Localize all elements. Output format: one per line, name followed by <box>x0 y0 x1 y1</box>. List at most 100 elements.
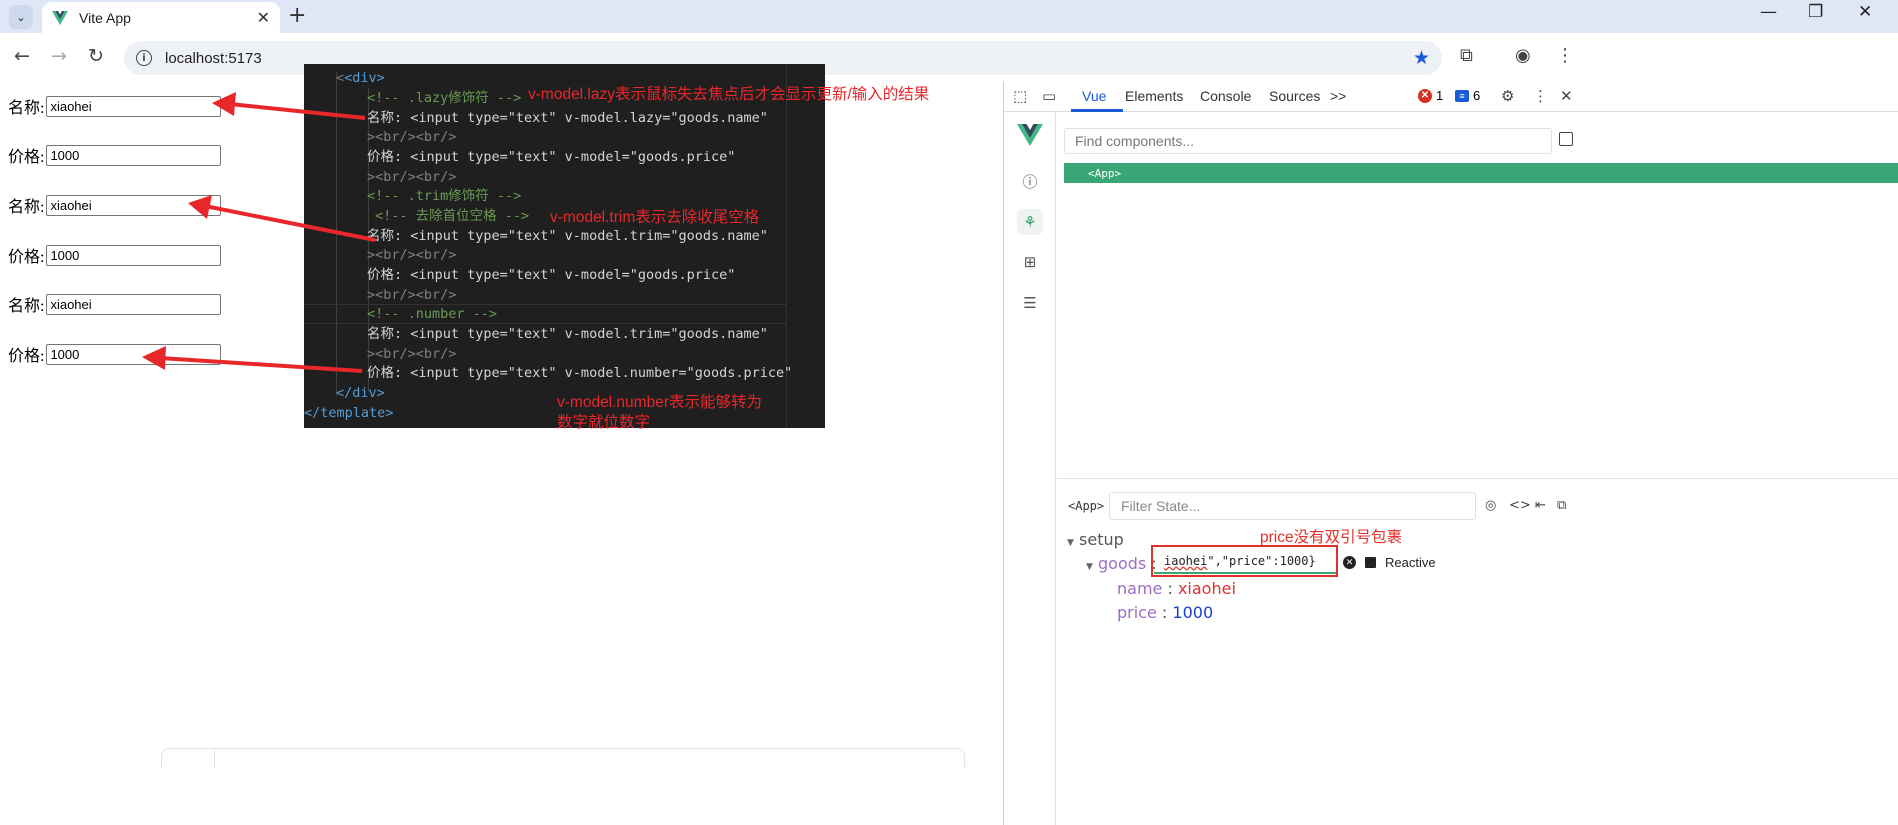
filter-state-input[interactable]: Filter State... <box>1109 492 1476 520</box>
state-field-name[interactable]: name : xiaohei <box>1117 579 1236 598</box>
devtools-panel: ⬚ ▭ Vue Elements Console Sources >> ✕ 1 … <box>1003 81 1898 825</box>
minimize-icon[interactable]: — <box>1760 2 1777 22</box>
code-line: ><br/><br/> <box>367 287 457 303</box>
new-tab-button[interactable]: + <box>288 3 306 28</box>
price-label: 价格: <box>8 149 45 166</box>
edit-value-rest: ","price":1000} <box>1207 554 1316 568</box>
vue-components-pane: Find components... <App> <App> Filter St… <box>1057 112 1898 825</box>
inspect-element-icon[interactable]: ⬚ <box>1013 87 1027 105</box>
goods-edit-input[interactable]: iaohei ","price":1000} <box>1154 550 1336 574</box>
error-count-badge[interactable]: ✕ 1 <box>1418 88 1443 103</box>
field-value: 1000 <box>1172 603 1214 622</box>
reactive-label: Reactive <box>1385 555 1436 570</box>
url-text: localhost:5173 <box>165 49 262 67</box>
window-close-icon[interactable]: ✕ <box>1858 2 1872 22</box>
name-label: 名称: <box>8 199 45 216</box>
find-components-input[interactable]: Find components... <box>1064 128 1552 154</box>
bottom-panel-frame <box>161 748 965 769</box>
setup-label: setup <box>1079 530 1124 549</box>
devtools-close-icon[interactable]: ✕ <box>1560 87 1573 105</box>
price-label: 价格: <box>8 249 45 266</box>
menu-icon[interactable]: ⋮ <box>1556 45 1574 66</box>
component-tree-row-app[interactable]: <App> <box>1064 163 1898 183</box>
code-line: ><br/><br/> <box>367 247 457 263</box>
back-icon[interactable]: ← <box>14 45 30 67</box>
browser-toolbar: ← → ↻ i localhost:5173 ★ ⧉ ◉ ⋮ <box>0 33 1898 81</box>
code-line: <!-- 去除首位空格 --> <box>375 208 530 224</box>
colon: : <box>1167 579 1173 598</box>
field-value: xiaohei <box>1177 579 1236 598</box>
code-line: 价格: <input type="text" v-model.number="g… <box>367 365 793 381</box>
browser-tab[interactable]: Vite App ✕ <box>42 2 280 33</box>
profile-icon[interactable]: ◉ <box>1515 45 1531 66</box>
state-field-price[interactable]: price : 1000 <box>1117 603 1213 622</box>
code-line: <!-- .lazy修饰符 --> <box>367 90 522 106</box>
site-info-icon[interactable]: i <box>136 50 152 66</box>
form-row-price: 价格: <box>8 243 222 267</box>
price-number-input[interactable] <box>46 343 222 365</box>
restore-icon[interactable]: ❐ <box>1808 2 1823 22</box>
expand-caret-icon: ▼ <box>1086 562 1093 572</box>
field-key: price <box>1117 603 1157 622</box>
name-label: 名称: <box>8 298 45 315</box>
setup-section[interactable]: ▼ setup <box>1067 530 1124 549</box>
tab-elements[interactable]: Elements <box>1125 88 1183 104</box>
selected-component-name: <App> <box>1068 499 1105 513</box>
eye-icon[interactable]: ◎ <box>1485 498 1496 513</box>
devtools-menu-icon[interactable]: ⋮ <box>1533 87 1548 105</box>
tab-sources[interactable]: Sources <box>1269 88 1320 104</box>
reload-icon[interactable]: ↻ <box>88 45 104 67</box>
tab-search-chevron-icon[interactable]: ⌄ <box>9 5 33 29</box>
name-trim-input-2[interactable] <box>46 293 222 315</box>
components-icon[interactable]: ⚘ <box>1017 209 1043 235</box>
reactive-tag: ✕ Reactive <box>1343 555 1436 570</box>
name-lazy-input[interactable] <box>46 95 222 117</box>
scroll-to-icon[interactable]: ⇤ <box>1535 498 1546 513</box>
save-edit-icon[interactable] <box>1365 557 1376 568</box>
device-toolbar-icon[interactable]: ▭ <box>1042 87 1056 105</box>
pane-divider[interactable] <box>1057 478 1898 479</box>
select-component-icon[interactable] <box>1559 132 1573 146</box>
cancel-edit-icon[interactable]: ✕ <box>1343 556 1356 569</box>
more-tabs-icon[interactable]: >> <box>1330 88 1346 104</box>
vue-logo-icon <box>52 10 68 25</box>
info-icon[interactable]: ⓘ <box>1017 168 1043 194</box>
code-line: ><br/><br/> <box>367 169 457 185</box>
state-toolbar: <App> Filter State... ◎ <> ⇤ ⧉ <box>1057 492 1898 522</box>
tab-vue[interactable]: Vue <box>1082 88 1106 104</box>
settings-gear-icon[interactable]: ⚙ <box>1501 87 1514 105</box>
number-annotation-line1: v-model.number表示能够转为 <box>557 394 762 411</box>
expand-caret-icon: ▼ <box>1067 538 1074 548</box>
price-input[interactable] <box>46 244 222 266</box>
message-count-badge[interactable]: ≡ 6 <box>1455 88 1480 103</box>
code-line: 名称: <input type="text" v-model.trim="goo… <box>367 228 768 244</box>
forward-icon[interactable]: → <box>51 45 67 67</box>
open-editor-icon[interactable]: ⧉ <box>1557 498 1566 513</box>
timeline-icon[interactable]: ☰ <box>1017 290 1043 316</box>
extensions-icon[interactable]: ⧉ <box>1460 45 1473 66</box>
code-line: 名称: <input type="text" v-model.lazy="goo… <box>367 110 768 126</box>
bookmark-star-icon[interactable]: ★ <box>1413 47 1430 69</box>
goods-row[interactable]: ▼ goods : <box>1086 554 1157 573</box>
form-row-price-number: 价格: <box>8 342 222 366</box>
form-row-name-trim-2: 名称: <box>8 292 222 316</box>
tab-console[interactable]: Console <box>1200 88 1251 104</box>
goods-key: goods <box>1098 554 1147 573</box>
message-icon: ≡ <box>1455 89 1469 102</box>
price-annotation: price没有双引号包裹 <box>1260 529 1403 546</box>
name-label: 名称: <box>8 100 45 117</box>
code-line: <!-- .number --> <box>367 306 498 322</box>
code-icon[interactable]: <> <box>1509 498 1531 513</box>
price-input[interactable] <box>46 144 222 166</box>
lazy-annotation: v-model.lazy表示鼠标失去焦点后才会显示更新/输入的结果 <box>528 86 930 103</box>
code-line: 名称: <input type="text" v-model.trim="goo… <box>367 326 768 342</box>
tree-icon[interactable]: ⊞ <box>1017 249 1043 275</box>
error-count: 1 <box>1436 88 1444 103</box>
code-line: 价格: <input type="text" v-model="goods.pr… <box>367 149 736 165</box>
code-line: 价格: <input type="text" v-model="goods.pr… <box>367 267 736 283</box>
price-label: 价格: <box>8 348 45 365</box>
name-trim-input[interactable] <box>46 194 222 216</box>
vue-sidebar-rail: ⓘ ⚘ ⊞ ☰ <box>1004 112 1056 825</box>
tab-close-icon[interactable]: ✕ <box>257 8 270 27</box>
form-row-price: 价格: <box>8 143 222 167</box>
